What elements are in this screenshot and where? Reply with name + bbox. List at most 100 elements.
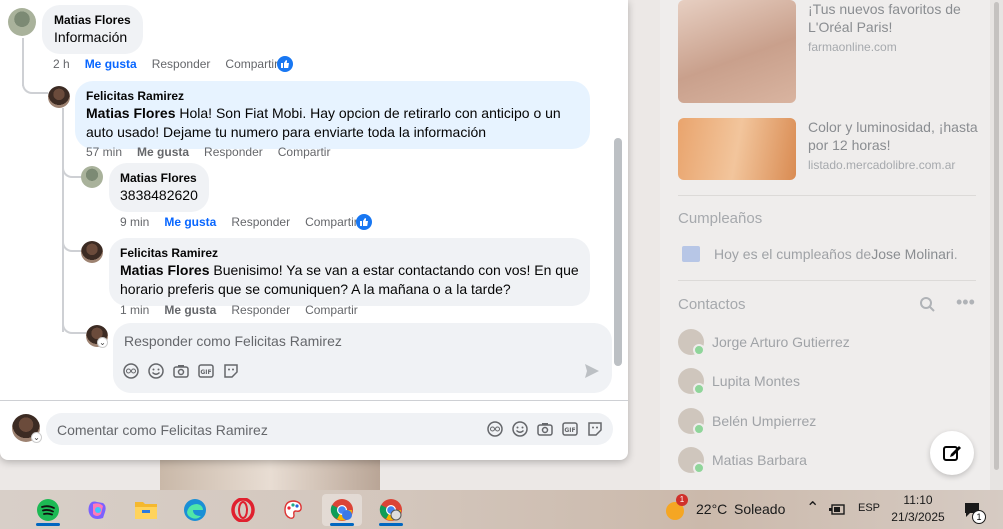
- reply-button[interactable]: Responder: [152, 57, 211, 71]
- sponsored-ad-1[interactable]: ¡Tus nuevos favoritos de L'Oréal Paris! …: [678, 0, 988, 103]
- contact-name: Belén Umpierrez: [712, 413, 817, 429]
- search-icon[interactable]: [919, 296, 935, 315]
- birthday-end: .: [953, 246, 958, 262]
- weather-widget[interactable]: 1: [658, 494, 692, 526]
- avatar-sticker-icon[interactable]: [487, 421, 503, 437]
- copilot-icon[interactable]: [77, 494, 117, 526]
- like-button[interactable]: Me gusta: [164, 215, 216, 229]
- avatar[interactable]: [81, 241, 103, 263]
- sponsored-ad-2[interactable]: Color y luminosidad, ¡hasta por 12 horas…: [678, 118, 988, 180]
- comment-author[interactable]: Felicitas Ramirez: [86, 88, 579, 104]
- avatar[interactable]: [48, 86, 70, 108]
- comment-author[interactable]: Felicitas Ramirez: [120, 245, 579, 261]
- contact-item[interactable]: Belén Umpierrez: [678, 408, 817, 435]
- divider: [678, 195, 976, 196]
- paint-icon[interactable]: [273, 494, 313, 526]
- birthdays-title: Cumpleaños: [678, 210, 763, 227]
- opera-icon[interactable]: [223, 494, 263, 526]
- more-options-icon[interactable]: •••: [956, 292, 975, 313]
- reply-input[interactable]: Responder como Felicitas Ramirez GIF: [113, 323, 612, 393]
- panel-scrollbar[interactable]: [614, 138, 622, 366]
- comment-author[interactable]: Matias Flores: [54, 12, 131, 28]
- chevron-down-icon[interactable]: ⌄: [97, 337, 108, 348]
- sticker-icon[interactable]: [223, 363, 239, 379]
- contact-item[interactable]: Lupita Montes: [678, 368, 800, 395]
- send-icon[interactable]: [584, 363, 600, 379]
- contact-item[interactable]: Matias Barbara: [678, 447, 807, 474]
- ad-source: listado.mercadolibre.com.ar: [808, 158, 956, 172]
- thread-connector: [62, 322, 86, 334]
- edge-icon[interactable]: [175, 494, 215, 526]
- thread-connector: [62, 240, 82, 252]
- birthday-item[interactable]: Hoy es el cumpleaños de Jose Molinari .: [682, 246, 958, 262]
- gif-icon[interactable]: GIF: [562, 421, 578, 437]
- weather-badge: 1: [676, 494, 688, 506]
- ad-image: [678, 0, 796, 103]
- divider: [678, 280, 976, 281]
- contact-item[interactable]: Jorge Arturo Gutierrez: [678, 329, 850, 356]
- camera-icon[interactable]: [537, 421, 553, 437]
- gift-icon: [682, 246, 700, 262]
- start-button[interactable]: [0, 494, 6, 526]
- birthday-name[interactable]: Jose Molinari: [871, 246, 953, 262]
- comment-input[interactable]: Comentar como Felicitas Ramirez GIF: [46, 413, 613, 445]
- chevron-up-icon[interactable]: ⌃: [806, 498, 819, 518]
- battery-icon[interactable]: [829, 503, 847, 517]
- notification-icon[interactable]: 1: [958, 494, 988, 526]
- share-button[interactable]: Compartir: [278, 145, 331, 159]
- reply-button[interactable]: Responder: [231, 215, 290, 229]
- avatar[interactable]: [81, 166, 103, 188]
- ad-image: [678, 118, 796, 180]
- weather-temp[interactable]: 22°C: [696, 501, 727, 517]
- clock[interactable]: 11:10 21/3/2025: [890, 492, 946, 526]
- share-button[interactable]: Compartir: [305, 303, 358, 317]
- comments-panel: Matias Flores Información 2 h Me gusta R…: [0, 0, 628, 460]
- gif-icon[interactable]: GIF: [198, 363, 214, 379]
- page-scrollbar[interactable]: [990, 0, 1003, 490]
- birthday-text: Hoy es el cumpleaños de: [714, 246, 872, 262]
- scrollbar-thumb[interactable]: [994, 2, 999, 470]
- mention-link[interactable]: Matias Flores: [120, 262, 209, 278]
- share-button[interactable]: Compartir: [225, 57, 278, 71]
- camera-icon[interactable]: [173, 363, 189, 379]
- running-indicator: [379, 523, 403, 526]
- emoji-icon[interactable]: [512, 421, 528, 437]
- reply-button[interactable]: Responder: [231, 303, 290, 317]
- chevron-down-icon[interactable]: ⌄: [31, 432, 42, 443]
- weather-desc[interactable]: Soleado: [734, 501, 785, 517]
- thread-connector: [62, 168, 82, 178]
- chrome-profile-icon[interactable]: [371, 494, 411, 526]
- mention-link[interactable]: Matias Flores: [86, 105, 175, 121]
- comment-time[interactable]: 1 min: [120, 303, 149, 317]
- comment-actions: 9 min Me gusta Responder Compartir: [120, 215, 373, 229]
- reply-button[interactable]: Responder: [204, 145, 263, 159]
- like-button[interactable]: Me gusta: [85, 57, 137, 71]
- share-button[interactable]: Compartir: [305, 215, 358, 229]
- like-reaction-icon[interactable]: [356, 214, 372, 230]
- like-reaction-icon[interactable]: [277, 56, 293, 72]
- like-button[interactable]: Me gusta: [164, 303, 216, 317]
- spotify-icon[interactable]: [28, 494, 68, 526]
- comment-time[interactable]: 9 min: [120, 215, 149, 229]
- avatar-sticker-icon[interactable]: [123, 363, 139, 379]
- avatar[interactable]: [8, 8, 36, 36]
- comment-time[interactable]: 57 min: [86, 145, 122, 159]
- comment-time[interactable]: 2 h: [53, 57, 70, 71]
- language-indicator[interactable]: ESP: [858, 502, 880, 514]
- comment-author[interactable]: Matias Flores: [120, 170, 198, 186]
- avatar: [678, 408, 705, 435]
- like-button[interactable]: Me gusta: [137, 145, 189, 159]
- svg-text:GIF: GIF: [200, 369, 211, 376]
- comment-bubble: Felicitas Ramirez Matias Flores Hola! So…: [75, 81, 590, 149]
- chrome-icon[interactable]: [322, 494, 362, 526]
- reply-placeholder: Responder como Felicitas Ramirez: [124, 333, 342, 349]
- file-explorer-icon[interactable]: [126, 494, 166, 526]
- emoji-icon[interactable]: [148, 363, 164, 379]
- new-message-button[interactable]: [930, 431, 974, 475]
- comment-bubble: Matias Flores 3838482620: [109, 163, 209, 212]
- comment-bubble: Felicitas Ramirez Matias Flores Buenisim…: [109, 238, 590, 306]
- svg-text:GIF: GIF: [564, 427, 575, 434]
- avatar: [678, 329, 705, 356]
- sticker-icon[interactable]: [587, 421, 603, 437]
- compose-icon: [943, 446, 961, 461]
